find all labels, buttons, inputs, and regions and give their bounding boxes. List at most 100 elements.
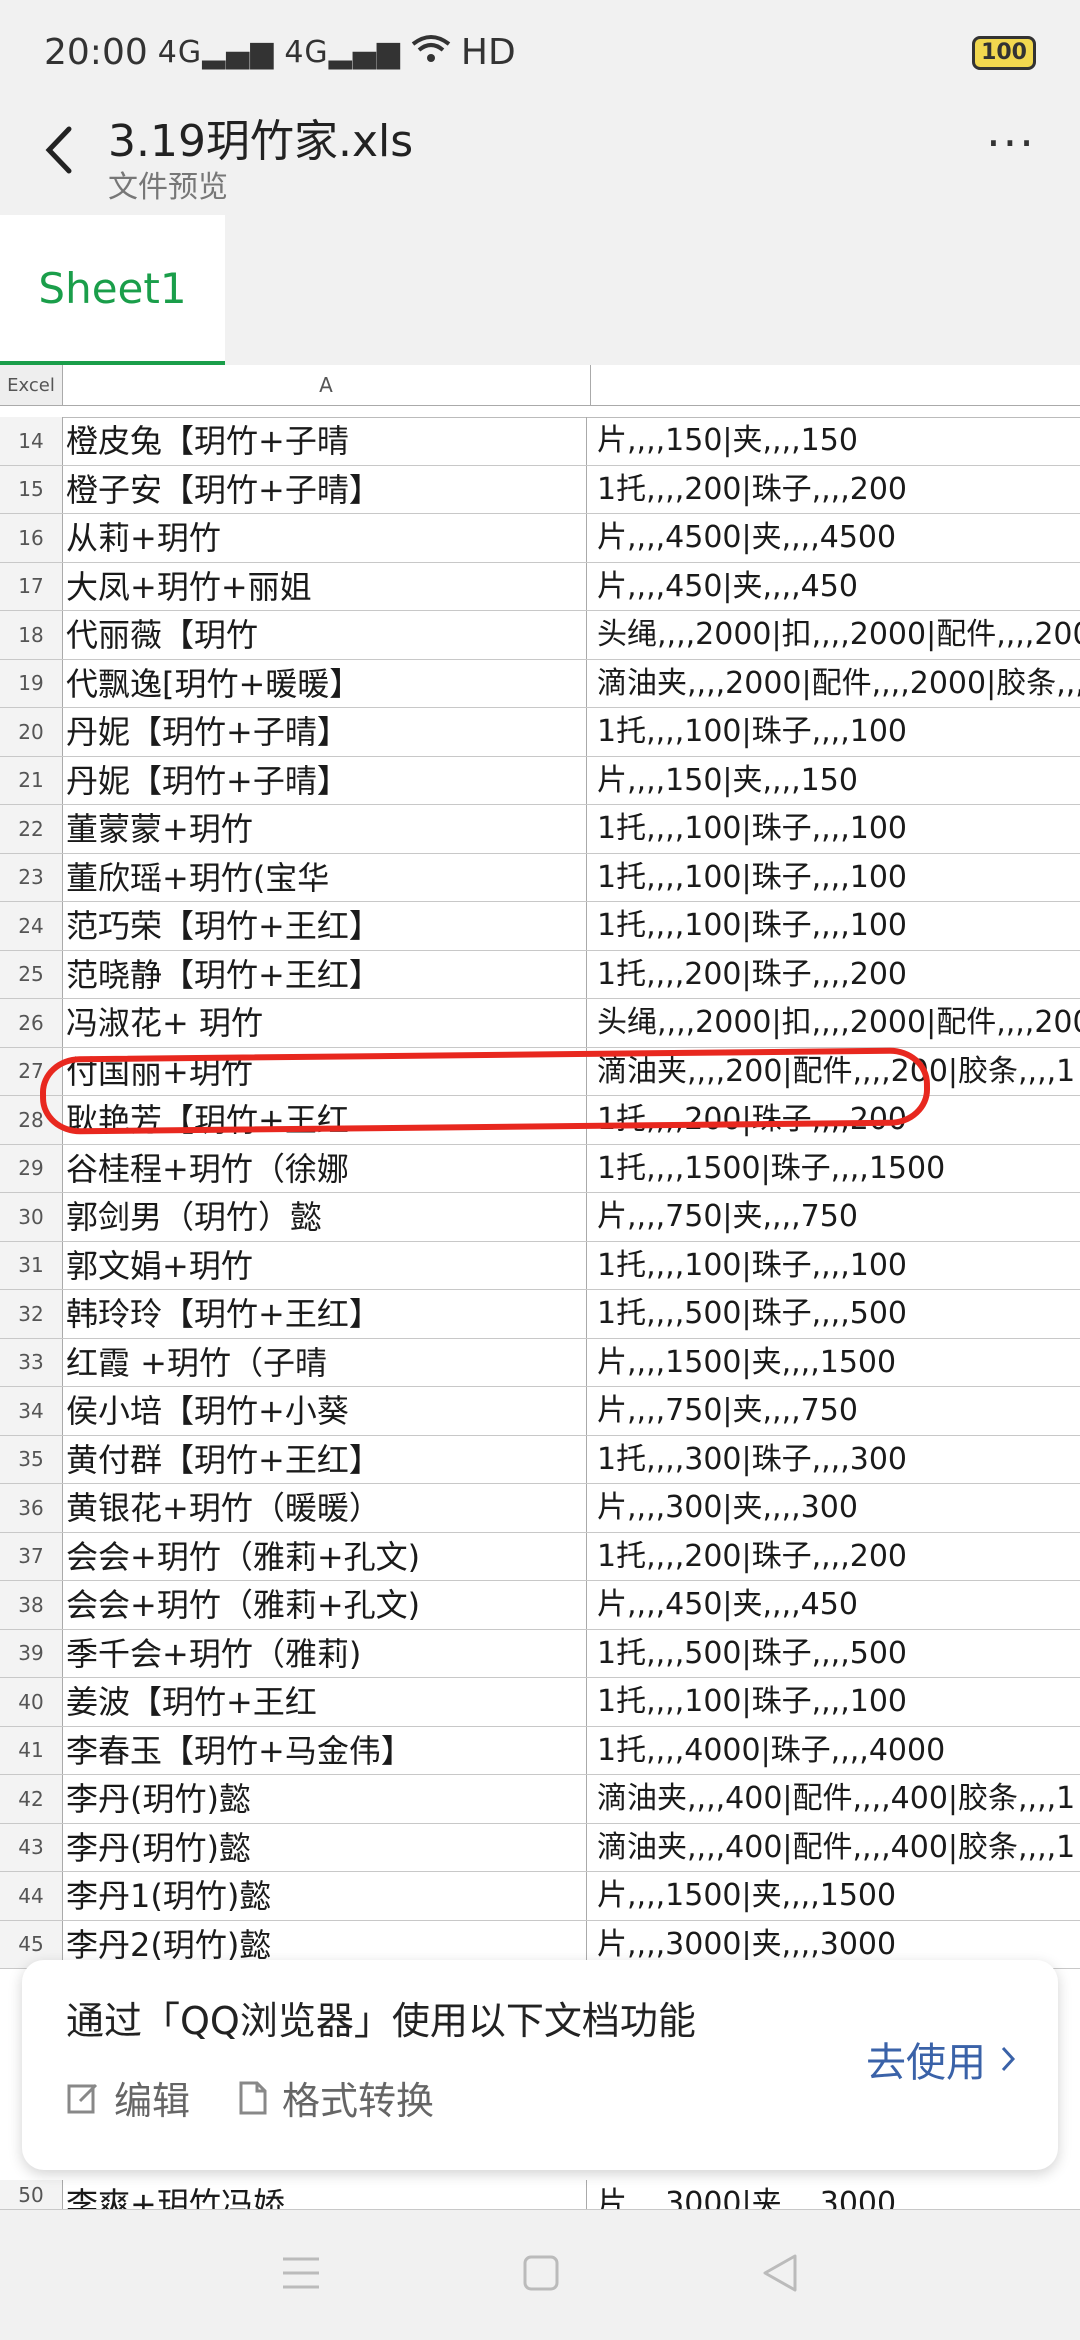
table-row[interactable]: 34 侯小培【玥竹+小葵 片,,,,750|夹,,,,750 bbox=[0, 1387, 1080, 1436]
more-menu-button[interactable]: ··· bbox=[976, 120, 1046, 183]
cell-b[interactable]: 1托,,,,500|珠子,,,,500 bbox=[597, 1630, 1080, 1678]
back-nav-button[interactable] bbox=[761, 2253, 799, 2297]
cell-b[interactable]: 片,,,,150|夹,,,,150 bbox=[597, 417, 1080, 465]
cell-b[interactable]: 1托,,,,200|珠子,,,,200 bbox=[597, 951, 1080, 999]
cell-b[interactable]: 1托,,,,200|珠子,,,,200 bbox=[597, 1096, 1080, 1144]
cell-b[interactable]: 片,,,,1500|夹,,,,1500 bbox=[597, 1872, 1080, 1920]
table-row[interactable]: 19 代飘逸[玥竹+暖暖】 滴油夹,,,,2000|配件,,,,2000|胶条,,,… bbox=[0, 659, 1080, 708]
table-row[interactable]: 18 代丽薇【玥竹 头绳,,,,2000|扣,,,,2000|配件,,,,2000 bbox=[0, 611, 1080, 660]
cell-a[interactable]: 李春玉【玥竹+马金伟】 bbox=[66, 1726, 587, 1774]
cell-a[interactable]: 范巧荣【玥竹+王红】 bbox=[66, 902, 587, 950]
menu-nav-button[interactable] bbox=[281, 2255, 321, 2295]
table-row[interactable]: 16 从莉+玥竹 片,,,,4500|夹,,,,4500 bbox=[0, 514, 1080, 563]
cell-b[interactable]: 滴油夹,,,,200|配件,,,,200|胶条,,,,1 bbox=[597, 1048, 1080, 1096]
cell-a[interactable]: 姜波【玥竹+王红 bbox=[66, 1678, 587, 1726]
cell-a[interactable]: 季千会+玥竹（雅莉) bbox=[66, 1629, 587, 1677]
cell-a[interactable]: 董蒙蒙+玥竹 bbox=[66, 805, 587, 853]
cell-b[interactable]: 1托,,,,500|珠子,,,,500 bbox=[597, 1290, 1080, 1338]
table-row[interactable]: 17 大凤+玥竹+丽姐 片,,,,450|夹,,,,450 bbox=[0, 562, 1080, 611]
cell-b[interactable]: 片,,,,4500|夹,,,,4500 bbox=[597, 514, 1080, 562]
table-row[interactable]: 26 冯淑花+ 玥竹 头绳,,,,2000|扣,,,,2000|配件,,,,2000 bbox=[0, 999, 1080, 1048]
cell-a[interactable]: 会会+玥竹（雅莉+孔文) bbox=[66, 1581, 587, 1629]
table-row[interactable]: 14 橙皮兔【玥竹+子晴 片,,,,150|夹,,,,150 bbox=[0, 417, 1080, 466]
cell-b[interactable]: 1托,,,,100|珠子,,,,100 bbox=[597, 854, 1080, 902]
cell-a[interactable]: 黄付群【玥竹+王红】 bbox=[66, 1435, 587, 1483]
edit-button[interactable]: 编辑 bbox=[66, 2070, 190, 2125]
cell-b[interactable]: 片,,,,150|夹,,,,150 bbox=[597, 757, 1080, 805]
cell-b[interactable]: 1托,,,,4000|珠子,,,,4000 bbox=[597, 1727, 1080, 1775]
cell-a[interactable]: 李丹(玥竹)懿 bbox=[66, 1775, 587, 1823]
table-row[interactable]: 39 季千会+玥竹（雅莉) 1托,,,,500|珠子,,,,500 bbox=[0, 1629, 1080, 1678]
cell-a[interactable]: 郭文娟+玥竹 bbox=[66, 1241, 587, 1289]
table-row[interactable]: 35 黄付群【玥竹+王红】 1托,,,,300|珠子,,,,300 bbox=[0, 1435, 1080, 1484]
table-row[interactable]: 23 董欣瑶+玥竹(宝华 1托,,,,100|珠子,,,,100 bbox=[0, 853, 1080, 902]
table-row[interactable]: 38 会会+玥竹（雅莉+孔文) 片,,,,450|夹,,,,450 bbox=[0, 1581, 1080, 1630]
cell-b[interactable]: 1托,,,,100|珠子,,,,100 bbox=[597, 708, 1080, 756]
table-row[interactable]: 28 耿艳芳【玥竹+王红 1托,,,,200|珠子,,,,200 bbox=[0, 1096, 1080, 1145]
cell-a[interactable]: 董欣瑶+玥竹(宝华 bbox=[66, 853, 587, 901]
table-row[interactable]: 30 郭剑男（玥竹）懿 片,,,,750|夹,,,,750 bbox=[0, 1193, 1080, 1242]
back-button[interactable] bbox=[38, 115, 78, 185]
cell-a[interactable]: 会会+玥竹（雅莉+孔文) bbox=[66, 1532, 587, 1580]
cell-b[interactable]: 片,,,,1500|夹,,,,1500 bbox=[597, 1339, 1080, 1387]
table-row[interactable]: 40 姜波【玥竹+王红 1托,,,,100|珠子,,,,100 bbox=[0, 1678, 1080, 1727]
cell-a[interactable]: 橙子安【玥竹+子晴】 bbox=[66, 465, 587, 513]
cell-a[interactable]: 侯小培【玥竹+小葵 bbox=[66, 1387, 587, 1435]
cell-a[interactable]: 郭剑男（玥竹）懿 bbox=[66, 1193, 587, 1241]
table-row[interactable]: 20 丹妮【玥竹+子晴】 1托,,,,100|珠子,,,,100 bbox=[0, 708, 1080, 757]
table-row[interactable]: 36 黄银花+玥竹（暖暖） 片,,,,300|夹,,,,300 bbox=[0, 1484, 1080, 1533]
cell-b[interactable]: 片,,,,750|夹,,,,750 bbox=[597, 1193, 1080, 1241]
table-row[interactable]: 44 李丹1(玥竹)懿 片,,,,1500|夹,,,,1500 bbox=[0, 1872, 1080, 1921]
cell-a[interactable]: 黄银花+玥竹（暖暖） bbox=[66, 1484, 587, 1532]
cell-a[interactable]: 李丹(玥竹)懿 bbox=[66, 1823, 587, 1871]
table-row[interactable]: 33 红霞 +玥竹（子晴 片,,,,1500|夹,,,,1500 bbox=[0, 1338, 1080, 1387]
table-row[interactable]: 37 会会+玥竹（雅莉+孔文) 1托,,,,200|珠子,,,,200 bbox=[0, 1532, 1080, 1581]
cell-a[interactable]: 代丽薇【玥竹 bbox=[66, 611, 587, 659]
cell-a[interactable]: 冯淑花+ 玥竹 bbox=[66, 999, 587, 1047]
cell-a[interactable]: 李丹1(玥竹)懿 bbox=[66, 1872, 587, 1920]
cell-b[interactable]: 1托,,,,100|珠子,,,,100 bbox=[597, 1242, 1080, 1290]
table-row[interactable]: 25 范晓静【玥竹+王红】 1托,,,,200|珠子,,,,200 bbox=[0, 950, 1080, 999]
cell-a[interactable]: 付国丽+玥竹 bbox=[66, 1047, 587, 1095]
table-row[interactable]: 24 范巧荣【玥竹+王红】 1托,,,,100|珠子,,,,100 bbox=[0, 902, 1080, 951]
cell-b[interactable]: 1托,,,,100|珠子,,,,100 bbox=[597, 1678, 1080, 1726]
cell-a[interactable]: 橙皮兔【玥竹+子晴 bbox=[66, 417, 587, 465]
cell-a[interactable]: 红霞 +玥竹（子晴 bbox=[66, 1338, 587, 1386]
cell-b[interactable]: 头绳,,,,2000|扣,,,,2000|配件,,,,2000 bbox=[597, 999, 1080, 1047]
cell-a[interactable]: 从莉+玥竹 bbox=[66, 514, 587, 562]
cell-a[interactable]: 丹妮【玥竹+子晴】 bbox=[66, 756, 587, 804]
cell-b[interactable]: 片,,,,450|夹,,,,450 bbox=[597, 1581, 1080, 1629]
tab-sheet1[interactable]: Sheet1 bbox=[0, 215, 225, 365]
cell-b[interactable]: 片,,,,450|夹,,,,450 bbox=[597, 563, 1080, 611]
table-row[interactable]: 41 李春玉【玥竹+马金伟】 1托,,,,4000|珠子,,,,4000 bbox=[0, 1726, 1080, 1775]
table-row[interactable]: 50 李爽+玥竹冯娇 片,,,,3000|夹,,,,3000 bbox=[0, 2180, 1080, 2210]
cell-b[interactable]: 头绳,,,,2000|扣,,,,2000|配件,,,,2000 bbox=[597, 611, 1080, 659]
cell-b[interactable]: 滴油夹,,,,400|配件,,,,400|胶条,,,,1 bbox=[597, 1775, 1080, 1823]
convert-button[interactable]: 格式转换 bbox=[238, 2070, 434, 2125]
cell-b[interactable]: 1托,,,,1500|珠子,,,,1500 bbox=[597, 1145, 1080, 1193]
home-nav-button[interactable] bbox=[522, 2254, 560, 2296]
cell-b[interactable]: 1托,,,,200|珠子,,,,200 bbox=[597, 466, 1080, 514]
cell-a[interactable]: 范晓静【玥竹+王红】 bbox=[66, 950, 587, 998]
cell-b[interactable]: 片,,,,750|夹,,,,750 bbox=[597, 1387, 1080, 1435]
table-row[interactable]: 29 谷桂程+玥竹（徐娜 1托,,,,1500|珠子,,,,1500 bbox=[0, 1144, 1080, 1193]
cell-a[interactable]: 大凤+玥竹+丽姐 bbox=[66, 562, 587, 610]
cell-b[interactable]: 滴油夹,,,,400|配件,,,,400|胶条,,,,1 bbox=[597, 1824, 1080, 1872]
table-row[interactable]: 31 郭文娟+玥竹 1托,,,,100|珠子,,,,100 bbox=[0, 1241, 1080, 1290]
cell-b[interactable]: 1托,,,,100|珠子,,,,100 bbox=[597, 902, 1080, 950]
table-row[interactable]: 42 李丹(玥竹)懿 滴油夹,,,,400|配件,,,,400|胶条,,,,1 bbox=[0, 1775, 1080, 1824]
cell-b[interactable]: 1托,,,,100|珠子,,,,100 bbox=[597, 805, 1080, 853]
table-row[interactable]: 15 橙子安【玥竹+子晴】 1托,,,,200|珠子,,,,200 bbox=[0, 465, 1080, 514]
table-row[interactable]: 22 董蒙蒙+玥竹 1托,,,,100|珠子,,,,100 bbox=[0, 805, 1080, 854]
column-header-b[interactable] bbox=[591, 365, 1080, 405]
spreadsheet[interactable]: Excel A 14 橙皮兔【玥竹+子晴 片,,,,150|夹,,,,150 15 橙子… bbox=[0, 365, 1080, 2210]
go-use-button[interactable]: 去使用 bbox=[866, 2030, 1016, 2088]
cell-a[interactable]: 李爽+玥竹冯娇 bbox=[66, 2180, 587, 2209]
cell-a[interactable]: 谷桂程+玥竹（徐娜 bbox=[66, 1144, 587, 1192]
table-row[interactable]: 27 付国丽+玥竹 滴油夹,,,,200|配件,,,,200|胶条,,,,1 bbox=[0, 1047, 1080, 1096]
table-row[interactable]: 43 李丹(玥竹)懿 滴油夹,,,,400|配件,,,,400|胶条,,,,1 bbox=[0, 1823, 1080, 1872]
cell-a[interactable]: 耿艳芳【玥竹+王红 bbox=[66, 1096, 587, 1144]
cell-b[interactable]: 片,,,,300|夹,,,,300 bbox=[597, 1484, 1080, 1532]
table-row[interactable]: 32 韩玲玲【玥竹+王红】 1托,,,,500|珠子,,,,500 bbox=[0, 1290, 1080, 1339]
column-header-a[interactable]: A bbox=[62, 365, 591, 405]
